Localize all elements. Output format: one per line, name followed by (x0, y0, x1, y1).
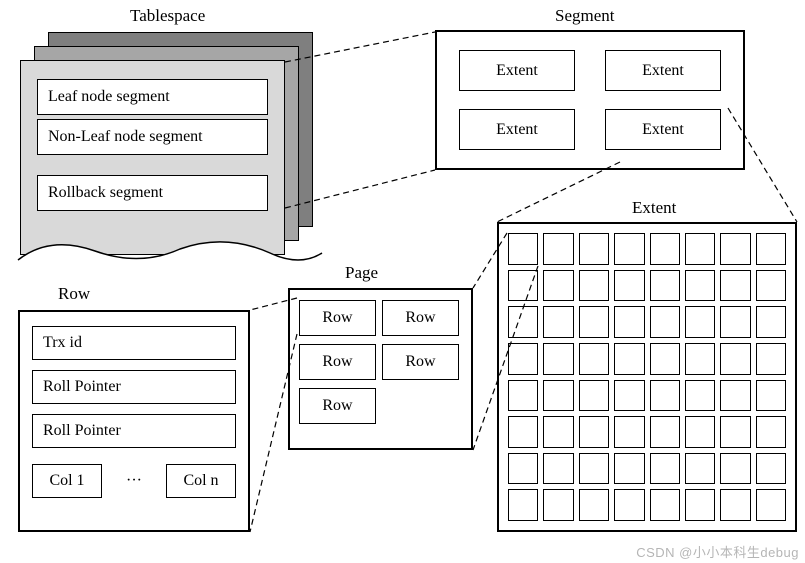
extent-cell (614, 270, 644, 302)
extent-cell (579, 306, 609, 338)
extent-cell (756, 380, 786, 412)
extent-cell (543, 233, 573, 265)
tablespace-segment-leaf: Leaf node segment (37, 79, 268, 115)
segment-extent-4: Extent (605, 109, 721, 150)
extent-cell (756, 416, 786, 448)
extent-cell (579, 233, 609, 265)
extent-cell (508, 416, 538, 448)
extent-cell (543, 306, 573, 338)
extent-cell (543, 453, 573, 485)
extent-cell (614, 343, 644, 375)
extent-cell (614, 233, 644, 265)
page-title: Page (345, 263, 378, 283)
page-row-cell: Row (382, 344, 459, 380)
extent-cell (614, 380, 644, 412)
extent-cell (579, 453, 609, 485)
extent-cell (685, 306, 715, 338)
extent-cell (685, 270, 715, 302)
segment-extent-1: Extent (459, 50, 575, 91)
extent-cell (614, 489, 644, 521)
extent-cell (685, 453, 715, 485)
extent-cell (756, 233, 786, 265)
segment-title: Segment (555, 6, 615, 26)
row-col-last: Col n (166, 464, 236, 498)
row-box: Trx id Roll Pointer Roll Pointer Col 1 ·… (18, 310, 250, 532)
extent-cell (650, 380, 680, 412)
extent-cell (685, 416, 715, 448)
page-row-cell: Row (299, 388, 376, 424)
extent-cell (508, 270, 538, 302)
extent-cell (650, 453, 680, 485)
extent-cell (720, 416, 750, 448)
extent-cell (650, 306, 680, 338)
watermark: CSDN @小小本科生debug (636, 542, 799, 561)
row-col-dots: ··· (112, 472, 156, 490)
extent-cell (685, 380, 715, 412)
extent-cell (579, 489, 609, 521)
page-row-cell: Row (299, 344, 376, 380)
segment-extent-3: Extent (459, 109, 575, 150)
extent-cell (756, 306, 786, 338)
extent-cell (720, 453, 750, 485)
extent-cell (720, 270, 750, 302)
page-box: Row Row Row Row Row (288, 288, 473, 450)
extent-cell (508, 343, 538, 375)
extent-cell (720, 380, 750, 412)
extent-cell (543, 380, 573, 412)
row-field-rollpointer-2: Roll Pointer (32, 414, 236, 448)
extent-cell (508, 233, 538, 265)
extent-cell (579, 416, 609, 448)
extent-cell (720, 489, 750, 521)
extent-cell (543, 343, 573, 375)
extent-title: Extent (632, 198, 676, 218)
extent-cell (614, 453, 644, 485)
segment-extent-2: Extent (605, 50, 721, 91)
extent-cell (756, 343, 786, 375)
extent-cell (685, 343, 715, 375)
extent-cell (685, 489, 715, 521)
tablespace-title: Tablespace (130, 6, 205, 26)
tablespace-segment-rollback: Rollback segment (37, 175, 268, 211)
extent-cell (650, 343, 680, 375)
row-title: Row (58, 284, 90, 304)
extent-cell (579, 270, 609, 302)
tablespace-segment-nonleaf: Non-Leaf node segment (37, 119, 268, 155)
extent-cell (685, 233, 715, 265)
page-row-cell: Row (299, 300, 376, 336)
extent-cell (720, 343, 750, 375)
extent-cell (756, 270, 786, 302)
row-field-trxid: Trx id (32, 326, 236, 360)
extent-cell (650, 270, 680, 302)
extent-cell (650, 233, 680, 265)
segment-box: Extent Extent Extent Extent (435, 30, 745, 170)
extent-box (497, 222, 797, 532)
extent-cell (756, 489, 786, 521)
extent-cell (579, 380, 609, 412)
extent-cell (508, 306, 538, 338)
extent-cell (756, 453, 786, 485)
extent-cell (508, 453, 538, 485)
extent-cell (720, 306, 750, 338)
extent-cell (720, 233, 750, 265)
tablespace-torn-edge (10, 225, 330, 275)
extent-cell (508, 380, 538, 412)
extent-cell (508, 489, 538, 521)
page-row-cell: Row (382, 300, 459, 336)
extent-cell (543, 270, 573, 302)
extent-cell (543, 416, 573, 448)
row-col-first: Col 1 (32, 464, 102, 498)
extent-cell (614, 416, 644, 448)
row-field-rollpointer-1: Roll Pointer (32, 370, 236, 404)
extent-cell (650, 416, 680, 448)
extent-cell (614, 306, 644, 338)
extent-cell (650, 489, 680, 521)
extent-cell (579, 343, 609, 375)
extent-cell (543, 489, 573, 521)
